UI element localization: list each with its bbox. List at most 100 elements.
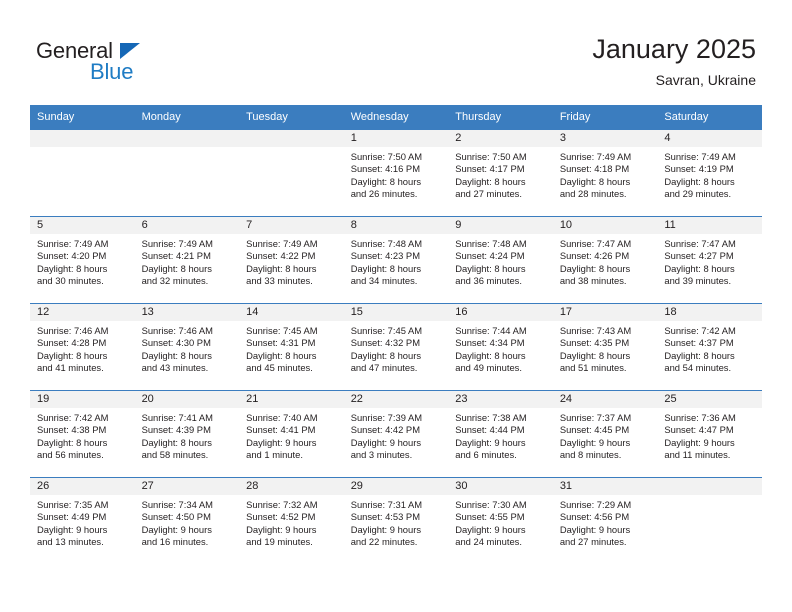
calendar-day-cell[interactable]: 14 Sunrise: 7:45 AM Sunset: 4:31 PM Dayligh… <box>239 303 344 391</box>
calendar-day-cell[interactable]: 5 Sunrise: 7:49 AM Sunset: 4:20 PM Daylight… <box>30 216 135 304</box>
calendar-day-cell[interactable]: 12 Sunrise: 7:46 AM Sunset: 4:28 PM Dayligh… <box>30 303 135 391</box>
day-cell-content: 15 Sunrise: 7:45 AM Sunset: 4:32 PM Dayligh… <box>343 304 449 391</box>
day-number: 20 <box>134 391 240 408</box>
sunrise-time: Sunrise: 7:43 AM <box>559 325 632 336</box>
sunrise-time: Sunrise: 7:38 AM <box>455 412 527 423</box>
page-header: General Blue January 2025 Savran, Ukrain… <box>0 0 792 100</box>
sunrise-time: Sunrise: 7:49 AM <box>37 238 109 249</box>
sunrise-time: Sunrise: 7:39 AM <box>350 412 423 423</box>
day-sun-info: Sunrise: 7:45 AM Sunset: 4:32 PM Daylight:… <box>344 321 449 374</box>
day-cell-content: 25 Sunrise: 7:36 AM Sunset: 4:47 PM Dayligh… <box>657 391 762 478</box>
calendar-day-cell[interactable]: 3 Sunrise: 7:49 AM Sunset: 4:18 PM Daylight… <box>552 129 658 217</box>
daylight-duration-line1: Daylight: 8 hours <box>559 349 631 361</box>
daylight-duration-line1: Daylight: 8 hours <box>37 436 108 448</box>
daylight-duration-line1: Daylight: 8 hours <box>246 349 317 361</box>
day-cell-content: 1 Sunrise: 7:50 AM Sunset: 4:16 PM Daylight… <box>343 130 449 217</box>
day-cell-content: 26 Sunrise: 7:35 AM Sunset: 4:49 PM Dayligh… <box>30 478 135 564</box>
daylight-duration-line1: Daylight: 8 hours <box>350 175 422 187</box>
day-cell-content: 4 Sunrise: 7:49 AM Sunset: 4:19 PM Daylight… <box>657 130 762 217</box>
calendar-page: General Blue January 2025 Savran, Ukrain… <box>0 0 792 612</box>
calendar-day-cell[interactable]: 26 Sunrise: 7:35 AM Sunset: 4:49 PM Dayligh… <box>30 477 135 564</box>
sunrise-time: Sunrise: 7:29 AM <box>559 499 632 510</box>
daylight-duration-line1: Daylight: 8 hours <box>350 349 422 361</box>
sunset-time: Sunset: 4:53 PM <box>350 511 420 523</box>
calendar-day-cell[interactable]: 6 Sunrise: 7:49 AM Sunset: 4:21 PM Daylight… <box>134 216 240 304</box>
day-sun-info: Sunrise: 7:45 AM Sunset: 4:31 PM Daylight:… <box>239 321 344 374</box>
logo-text-blue: Blue <box>90 59 134 84</box>
general-blue-logo[interactable]: General Blue <box>36 38 216 86</box>
sunset-time: Sunset: 4:45 PM <box>559 424 630 436</box>
calendar-day-cell[interactable]: 18 Sunrise: 7:42 AM Sunset: 4:37 PM Dayligh… <box>657 303 762 391</box>
day-sun-info: Sunrise: 7:37 AM Sunset: 4:45 PM Daylight:… <box>553 408 658 461</box>
day-sun-info: Sunrise: 7:44 AM Sunset: 4:34 PM Daylight:… <box>448 321 553 374</box>
calendar-day-cell[interactable]: 31 Sunrise: 7:29 AM Sunset: 4:56 PM Dayligh… <box>552 477 658 564</box>
sunset-time: Sunset: 4:26 PM <box>559 250 630 262</box>
day-cell-content: 3 Sunrise: 7:49 AM Sunset: 4:18 PM Daylight… <box>552 130 658 217</box>
sunset-time: Sunset: 4:55 PM <box>455 511 525 523</box>
calendar-day-cell[interactable]: 16 Sunrise: 7:44 AM Sunset: 4:34 PM Dayligh… <box>448 303 553 391</box>
calendar-day-cell[interactable]: 7 Sunrise: 7:49 AM Sunset: 4:22 PM Daylight… <box>239 216 344 304</box>
day-cell-content: 20 Sunrise: 7:41 AM Sunset: 4:39 PM Dayligh… <box>134 391 240 478</box>
sunset-time: Sunset: 4:56 PM <box>559 511 630 523</box>
calendar-day-cell[interactable]: 24 Sunrise: 7:37 AM Sunset: 4:45 PM Dayligh… <box>552 390 658 478</box>
daylight-duration-line1: Daylight: 9 hours <box>37 523 108 535</box>
daylight-duration-line1: Daylight: 9 hours <box>246 436 317 448</box>
calendar-day-cell[interactable]: 27 Sunrise: 7:34 AM Sunset: 4:50 PM Dayligh… <box>134 477 240 564</box>
daylight-duration-line1: Daylight: 8 hours <box>455 262 526 274</box>
daylight-duration-line2: and 41 minutes. <box>37 361 104 373</box>
calendar-day-cell[interactable]: 10 Sunrise: 7:47 AM Sunset: 4:26 PM Dayligh… <box>552 216 658 304</box>
day-number: 27 <box>134 478 240 495</box>
calendar-day-cell[interactable]: 4 Sunrise: 7:49 AM Sunset: 4:19 PM Daylight… <box>657 129 762 217</box>
daylight-duration-line2: and 54 minutes. <box>664 361 732 373</box>
daylight-duration-line1: Daylight: 9 hours <box>350 436 422 448</box>
day-number: 2 <box>448 130 553 147</box>
sunrise-time: Sunrise: 7:48 AM <box>350 238 423 249</box>
daylight-duration-line1: Daylight: 8 hours <box>141 349 212 361</box>
daylight-duration-line2: and 30 minutes. <box>37 274 104 286</box>
daylight-duration-line1: Daylight: 8 hours <box>559 262 631 274</box>
day-cell-content: 14 Sunrise: 7:45 AM Sunset: 4:31 PM Dayligh… <box>239 304 344 391</box>
calendar-day-cell[interactable]: 2 Sunrise: 7:50 AM Sunset: 4:17 PM Daylight… <box>448 129 553 217</box>
day-cell-content: 27 Sunrise: 7:34 AM Sunset: 4:50 PM Dayligh… <box>134 478 240 564</box>
daylight-duration-line1: Daylight: 9 hours <box>350 523 422 535</box>
sunrise-time: Sunrise: 7:47 AM <box>664 238 736 249</box>
day-number: 6 <box>134 217 240 234</box>
calendar-day-cell[interactable]: 9 Sunrise: 7:48 AM Sunset: 4:24 PM Daylight… <box>448 216 553 304</box>
sunrise-time: Sunrise: 7:46 AM <box>141 325 213 336</box>
day-sun-info: Sunrise: 7:39 AM Sunset: 4:42 PM Daylight:… <box>344 408 449 461</box>
day-number: 21 <box>239 391 344 408</box>
daylight-duration-line2: and 11 minutes. <box>664 448 731 460</box>
calendar-day-cell[interactable]: 21 Sunrise: 7:40 AM Sunset: 4:41 PM Dayligh… <box>239 390 344 478</box>
calendar-day-cell[interactable]: 19 Sunrise: 7:42 AM Sunset: 4:38 PM Dayligh… <box>30 390 135 478</box>
calendar-day-cell[interactable]: 1 Sunrise: 7:50 AM Sunset: 4:16 PM Daylight… <box>343 129 449 217</box>
calendar-day-cell[interactable]: 23 Sunrise: 7:38 AM Sunset: 4:44 PM Dayligh… <box>448 390 553 478</box>
day-number: 15 <box>343 304 449 321</box>
day-number: 23 <box>448 391 553 408</box>
daylight-duration-line1: Daylight: 9 hours <box>455 523 526 535</box>
sunset-time: Sunset: 4:47 PM <box>664 424 734 436</box>
logo-triangle-icon <box>120 43 140 59</box>
calendar-day-cell[interactable]: 25 Sunrise: 7:36 AM Sunset: 4:47 PM Dayligh… <box>657 390 762 478</box>
sunrise-time: Sunrise: 7:45 AM <box>246 325 318 336</box>
daylight-duration-line1: Daylight: 8 hours <box>141 436 212 448</box>
daylight-duration-line2: and 8 minutes. <box>559 448 622 460</box>
sunset-time: Sunset: 4:23 PM <box>350 250 420 262</box>
calendar-day-cell[interactable]: 22 Sunrise: 7:39 AM Sunset: 4:42 PM Dayligh… <box>343 390 449 478</box>
calendar-day-cell[interactable]: 20 Sunrise: 7:41 AM Sunset: 4:39 PM Dayligh… <box>134 390 240 478</box>
calendar-day-cell[interactable]: 29 Sunrise: 7:31 AM Sunset: 4:53 PM Dayligh… <box>343 477 449 564</box>
calendar-day-cell[interactable]: 15 Sunrise: 7:45 AM Sunset: 4:32 PM Dayligh… <box>343 303 449 391</box>
calendar-day-cell[interactable]: 28 Sunrise: 7:32 AM Sunset: 4:52 PM Dayligh… <box>239 477 344 564</box>
day-cell-content <box>657 478 762 564</box>
day-sun-info: Sunrise: 7:47 AM Sunset: 4:27 PM Daylight:… <box>657 234 762 287</box>
calendar-day-cell[interactable]: 8 Sunrise: 7:48 AM Sunset: 4:23 PM Daylight… <box>343 216 449 304</box>
daylight-duration-line1: Daylight: 9 hours <box>455 436 526 448</box>
day-number: 16 <box>448 304 553 321</box>
calendar-day-cell[interactable]: 17 Sunrise: 7:43 AM Sunset: 4:35 PM Dayligh… <box>552 303 658 391</box>
sunrise-time: Sunrise: 7:44 AM <box>455 325 527 336</box>
day-number: 8 <box>343 217 449 234</box>
calendar-day-cell[interactable]: 13 Sunrise: 7:46 AM Sunset: 4:30 PM Dayligh… <box>134 303 240 391</box>
calendar-day-cell[interactable]: 11 Sunrise: 7:47 AM Sunset: 4:27 PM Dayligh… <box>657 216 762 304</box>
calendar-day-cell[interactable]: 30 Sunrise: 7:30 AM Sunset: 4:55 PM Dayligh… <box>448 477 553 564</box>
daylight-duration-line1: Daylight: 9 hours <box>559 523 631 535</box>
day-sun-info: Sunrise: 7:49 AM Sunset: 4:19 PM Daylight:… <box>657 147 762 200</box>
